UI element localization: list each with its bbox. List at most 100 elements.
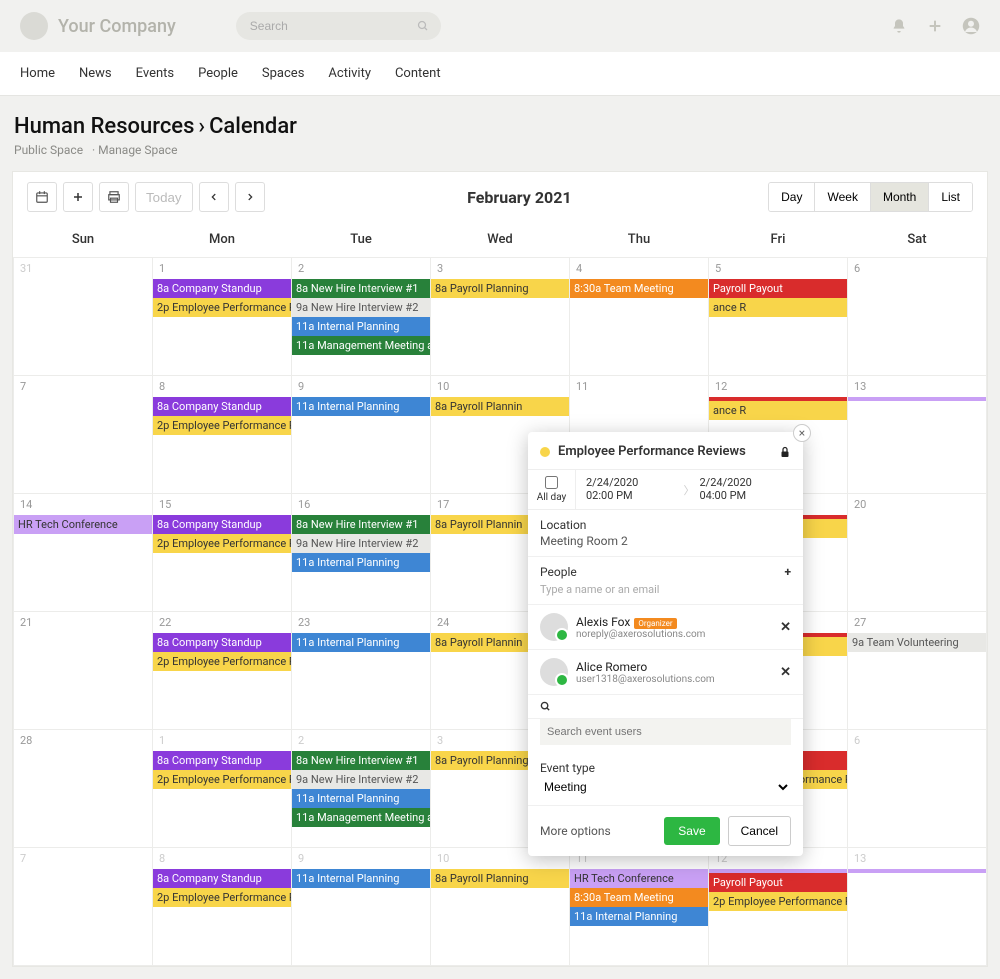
calendar-icon-button[interactable]	[27, 182, 57, 212]
add-person-icon[interactable]: +	[784, 565, 791, 579]
calendar-event[interactable]: 11a Internal Planning	[570, 907, 708, 926]
calendar-cell[interactable]: 28	[14, 730, 153, 848]
calendar-event[interactable]: 11a Management Meeting an	[292, 808, 430, 827]
search-users-input[interactable]	[540, 719, 791, 745]
calendar-cell[interactable]: 88a Company Standup2p Employee Performan…	[153, 848, 292, 966]
calendar-event[interactable]: 11a Internal Planning	[292, 633, 430, 652]
start-time[interactable]: 02:00 PM	[586, 489, 680, 502]
end-time[interactable]: 04:00 PM	[700, 489, 794, 502]
calendar-cell[interactable]: 31	[14, 258, 153, 376]
calendar-event[interactable]: 8a Company Standup	[153, 869, 291, 888]
calendar-cell[interactable]: 13	[848, 848, 987, 966]
nav-events[interactable]: Events	[136, 52, 174, 95]
more-options-link[interactable]: More options	[540, 824, 656, 838]
plus-icon[interactable]	[926, 17, 944, 35]
calendar-event[interactable]: 8a Company Standup	[153, 397, 291, 416]
breadcrumb-1[interactable]: Human Resources	[14, 114, 194, 139]
calendar-event[interactable]: 9a New Hire Interview #2	[292, 770, 430, 789]
calendar-cell[interactable]: 28a New Hire Interview #19a New Hire Int…	[292, 730, 431, 848]
calendar-cell[interactable]: 18a Company Standup2p Employee Performan…	[153, 730, 292, 848]
nav-activity[interactable]: Activity	[328, 52, 371, 95]
calendar-event[interactable]: ance R	[709, 401, 847, 420]
sublink-manage[interactable]: Manage Space	[98, 143, 177, 157]
calendar-event[interactable]: 9a New Hire Interview #2	[292, 298, 430, 317]
nav-people[interactable]: People	[198, 52, 238, 95]
event-type-select[interactable]: Meeting	[540, 777, 791, 797]
calendar-cell[interactable]: 18a Company Standup2p Employee Performan…	[153, 258, 292, 376]
calendar-cell[interactable]: 228a Company Standup2p Employee Performa…	[153, 612, 292, 730]
calendar-cell[interactable]: 168a New Hire Interview #19a New Hire In…	[292, 494, 431, 612]
calendar-cell[interactable]: 14HR Tech Conference	[14, 494, 153, 612]
bell-icon[interactable]	[890, 17, 908, 35]
calendar-event[interactable]: 11a Internal Planning	[292, 553, 430, 572]
start-date[interactable]: 2/24/2020	[586, 476, 680, 489]
cancel-button[interactable]: Cancel	[728, 816, 791, 846]
calendar-cell[interactable]: 158a Company Standup2p Employee Performa…	[153, 494, 292, 612]
calendar-cell[interactable]: 279a Team Volunteering	[848, 612, 987, 730]
nav-news[interactable]: News	[79, 52, 112, 95]
today-button[interactable]: Today	[135, 182, 193, 212]
calendar-cell[interactable]: 28a New Hire Interview #19a New Hire Int…	[292, 258, 431, 376]
calendar-cell[interactable]: 48:30a Team Meeting	[570, 258, 709, 376]
user-icon[interactable]	[962, 17, 980, 35]
calendar-cell[interactable]: 20	[848, 494, 987, 612]
calendar-event[interactable]: Payroll Payout	[709, 279, 847, 298]
calendar-event[interactable]: 2p Employee Performance R	[153, 652, 291, 671]
calendar-cell[interactable]: 108a Payroll Planning	[431, 848, 570, 966]
view-list[interactable]: List	[929, 183, 972, 211]
end-date[interactable]: 2/24/2020	[700, 476, 794, 489]
calendar-event[interactable]: 8a New Hire Interview #1	[292, 279, 430, 298]
view-day[interactable]: Day	[769, 183, 815, 211]
calendar-cell[interactable]: 911a Internal Planning	[292, 376, 431, 494]
calendar-cell[interactable]: 7	[14, 848, 153, 966]
sublink-public[interactable]: Public Space	[14, 143, 83, 157]
view-week[interactable]: Week	[815, 183, 870, 211]
calendar-event[interactable]: 8a Company Standup	[153, 279, 291, 298]
calendar-event[interactable]: 11a Internal Planning	[292, 869, 430, 888]
prev-button[interactable]	[199, 182, 229, 212]
calendar-event[interactable]: 11a Internal Planning	[292, 789, 430, 808]
calendar-cell[interactable]: 11HR Tech Conference8:30a Team Meeting11…	[570, 848, 709, 966]
calendar-event[interactable]: 8:30a Team Meeting	[570, 888, 708, 907]
calendar-event[interactable]: 8a Payroll Planning	[431, 869, 569, 888]
calendar-event[interactable]: 8a Payroll Planning	[431, 279, 569, 298]
calendar-event[interactable]: HR Tech Conference	[14, 515, 152, 534]
calendar-event[interactable]: 8a New Hire Interview #1	[292, 515, 430, 534]
calendar-cell[interactable]: 38a Payroll Planning	[431, 258, 570, 376]
view-month[interactable]: Month	[871, 183, 929, 211]
allday-checkbox[interactable]	[545, 476, 558, 489]
people-input-placeholder[interactable]: Type a name or an email	[540, 583, 791, 596]
calendar-event[interactable]: 8:30a Team Meeting	[570, 279, 708, 298]
add-button[interactable]	[63, 182, 93, 212]
calendar-event[interactable]: HR Tech Conference	[570, 869, 708, 888]
calendar-event[interactable]: 9a New Hire Interview #2	[292, 534, 430, 553]
next-button[interactable]	[235, 182, 265, 212]
calendar-cell[interactable]: 88a Company Standup2p Employee Performan…	[153, 376, 292, 494]
calendar-event[interactable]: 8a Payroll Plannin	[431, 397, 569, 416]
nav-home[interactable]: Home	[20, 52, 55, 95]
calendar-cell[interactable]: 12 Payroll Payout2p Employee Performance…	[709, 848, 848, 966]
calendar-cell[interactable]: 6	[848, 730, 987, 848]
search-input[interactable]	[236, 12, 441, 40]
calendar-cell[interactable]: 5Payroll Payoutance R	[709, 258, 848, 376]
save-button[interactable]: Save	[664, 817, 719, 845]
calendar-cell[interactable]: 911a Internal Planning	[292, 848, 431, 966]
print-button[interactable]	[99, 182, 129, 212]
calendar-event[interactable]: 2p Employee Performance R	[153, 416, 291, 435]
calendar-event[interactable]: Payroll Payout	[709, 873, 847, 892]
calendar-event[interactable]: 2p Employee Performance R	[153, 888, 291, 907]
calendar-event[interactable]	[848, 869, 986, 873]
calendar-event[interactable]: 8a New Hire Interview #1	[292, 751, 430, 770]
calendar-event[interactable]: 2p Employee Performance R	[153, 298, 291, 317]
calendar-cell[interactable]: 21	[14, 612, 153, 730]
calendar-event[interactable]: 2p Employee Performance R	[153, 770, 291, 789]
nav-spaces[interactable]: Spaces	[262, 52, 305, 95]
close-icon[interactable]: ×	[793, 424, 811, 442]
nav-content[interactable]: Content	[395, 52, 441, 95]
calendar-cell[interactable]: 2311a Internal Planning	[292, 612, 431, 730]
remove-person-icon[interactable]: ✕	[780, 620, 791, 635]
calendar-event[interactable]: ance R	[709, 298, 847, 317]
calendar-event[interactable]: 11a Management Meeting an	[292, 336, 430, 355]
calendar-event[interactable]: 2p Employee Performance R	[709, 892, 847, 911]
calendar-cell[interactable]: 6	[848, 258, 987, 376]
